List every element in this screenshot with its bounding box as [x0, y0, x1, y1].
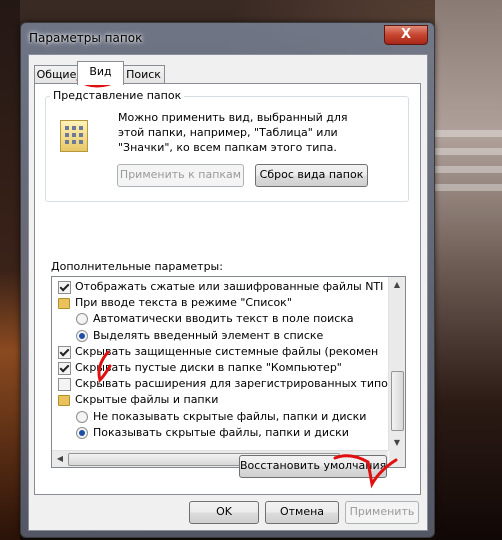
list-item-label: Выделять введенный элемент в списке — [93, 328, 324, 342]
button-label: Восстановить умолчания — [240, 459, 387, 472]
button-label: Применить — [349, 505, 415, 518]
list-item-label: Показывать скрытые файлы, папки и диски — [93, 425, 349, 439]
tab-general[interactable]: Общие — [34, 65, 79, 84]
scroll-up-icon[interactable]: ▲ — [389, 277, 405, 293]
restore-defaults-button[interactable]: Восстановить умолчания — [239, 455, 387, 478]
grille-bar — [435, 184, 502, 191]
button-label: Сброс вида папок — [259, 168, 364, 181]
vertical-scrollbar[interactable]: ▲ ▼ — [388, 277, 405, 451]
desktop-background-left — [0, 0, 20, 540]
checkbox[interactable] — [58, 362, 71, 375]
tab-label: Поиск — [126, 68, 161, 81]
list-item-label: Скрывать расширения для зарегистрированн… — [75, 377, 388, 391]
radio-button[interactable] — [76, 313, 88, 326]
scroll-left-icon[interactable]: ◀ — [52, 451, 68, 467]
folder-options-window: Параметры папок X Общие Вид Поиск Предст… — [20, 22, 435, 538]
advanced-settings-list[interactable]: Показывать скрытые файлы, папки и диски Н… — [51, 276, 406, 468]
close-icon: X — [400, 27, 412, 42]
title-bar[interactable]: Параметры папок X — [21, 23, 434, 53]
reset-folders-button[interactable]: Сброс вида папок — [255, 164, 368, 187]
close-button[interactable]: X — [384, 25, 428, 45]
folder-icon — [58, 395, 70, 407]
scroll-thumb[interactable] — [391, 371, 404, 431]
list-item-label: Скрывать пустые диски в папке "Компьютер… — [75, 361, 342, 374]
ok-button[interactable]: OK — [189, 501, 259, 524]
grille-bar — [435, 166, 502, 173]
button-label: Отмена — [279, 505, 325, 518]
list-item-label: Скрывать защищенные системные файлы (рек… — [75, 344, 379, 358]
button-label: OK — [216, 505, 232, 518]
radio-button[interactable] — [76, 329, 88, 342]
list-item-label: Отображать сжатые или зашифрованные файл… — [75, 280, 384, 293]
list-item-label: Не показывать скрытые файлы, папки и дис… — [93, 409, 367, 423]
cancel-button[interactable]: Отмена — [265, 501, 339, 524]
tab-label: Вид — [89, 65, 112, 78]
scrollbar-corner — [389, 451, 405, 467]
tab-label: Общие — [36, 68, 77, 81]
checkbox[interactable] — [58, 345, 71, 359]
button-label: Применить к папкам — [119, 168, 242, 181]
tab-view[interactable]: Вид — [77, 61, 124, 85]
dialog-client: Общие Вид Поиск Представление папок Можн… — [28, 54, 428, 531]
checkbox[interactable] — [58, 378, 71, 392]
folder-views-label: Представление папок — [50, 89, 185, 102]
advanced-settings-label: Дополнительные параметры: — [51, 260, 223, 273]
grille-bar — [435, 148, 502, 155]
radio-button[interactable] — [76, 410, 88, 423]
desktop-background-right — [435, 0, 502, 540]
window-title: Параметры папок — [29, 31, 143, 45]
folder-views-icon — [60, 120, 88, 152]
tab-search[interactable]: Поиск — [122, 65, 165, 84]
radio-button[interactable] — [76, 426, 88, 439]
view-tab-panel: Представление папок Можно применить вид,… — [34, 83, 421, 495]
folder-views-group: Представление папок Можно применить вид,… — [45, 89, 409, 202]
checkbox[interactable] — [58, 281, 71, 294]
list-item-label: При вводе текста в режиме "Список" — [75, 296, 292, 310]
folder-views-description: Можно применить вид, выбранный для этой … — [118, 111, 348, 154]
apply-button[interactable]: Применить — [345, 501, 419, 524]
list-item-label: Автоматически вводить текст в поле поиск… — [93, 312, 354, 326]
apply-to-folders-button[interactable]: Применить к папкам — [117, 164, 244, 187]
folder-icon — [58, 298, 70, 310]
scroll-down-icon[interactable]: ▼ — [389, 435, 405, 451]
grille-bar — [435, 130, 502, 137]
list-item-label: Скрытые файлы и папки — [75, 393, 219, 407]
